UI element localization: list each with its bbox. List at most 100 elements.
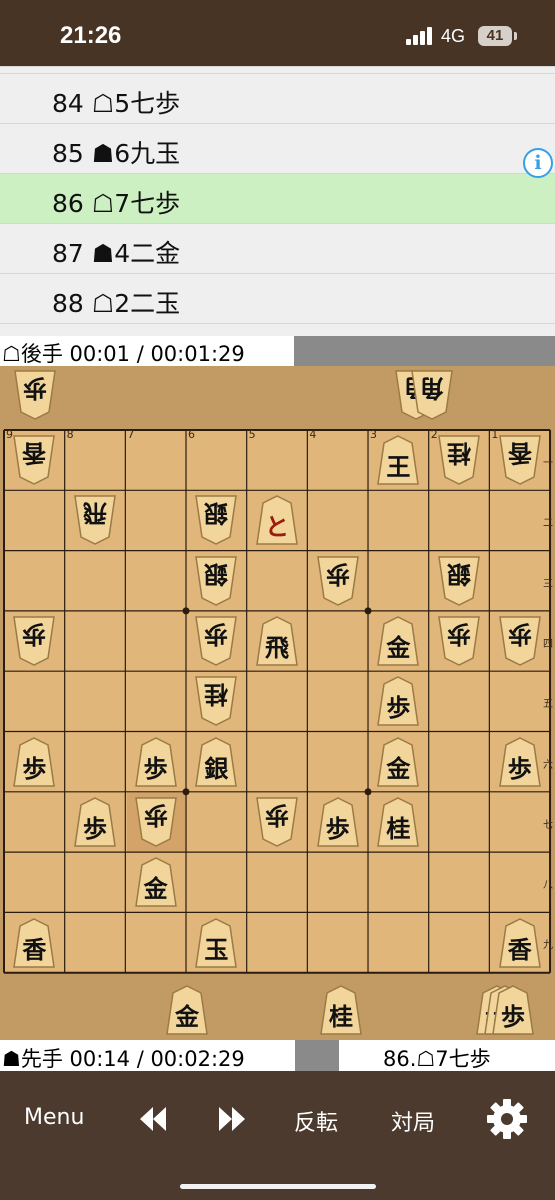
piece-label: 歩 xyxy=(143,800,168,829)
board-piece[interactable]: 歩 xyxy=(438,616,480,666)
list-item[interactable]: 88 ☖2二玉 xyxy=(0,273,555,324)
board-piece[interactable]: 飛 xyxy=(256,616,298,666)
board-piece[interactable]: 歩 xyxy=(195,616,238,666)
board-piece[interactable]: 銀 xyxy=(438,556,480,606)
sente-hand xyxy=(0,979,555,1040)
piece-label: 桂 xyxy=(386,814,411,843)
piece-label: 歩 xyxy=(325,814,350,843)
list-item[interactable]: 85 ☗6九玉 xyxy=(0,123,555,174)
board-piece[interactable]: 金 xyxy=(134,857,177,907)
timer-bar xyxy=(295,1040,339,1071)
piece-label: 金 xyxy=(143,875,168,904)
board-piece[interactable]: 歩 xyxy=(316,556,359,606)
menu-button[interactable]: Menu xyxy=(24,1105,84,1130)
battery-icon: 41 xyxy=(478,26,512,46)
row-number: 五 xyxy=(543,699,553,711)
list-item-selected[interactable]: 86 ☖7七歩 xyxy=(0,173,555,224)
row-number: 九 xyxy=(543,940,553,952)
network-type: 4G xyxy=(441,26,466,46)
list-item[interactable]: 84 ☖5七歩 xyxy=(0,73,555,124)
piece-label: 桂 xyxy=(329,1003,353,1031)
row-number: 一 xyxy=(543,458,553,469)
piece-label: 香 xyxy=(507,935,532,964)
board-piece[interactable]: 銀 xyxy=(195,556,238,606)
board-piece[interactable]: 香 xyxy=(13,435,56,485)
board-piece[interactable]: 歩 xyxy=(377,676,420,727)
battery-tip xyxy=(514,32,517,40)
star-point xyxy=(182,788,190,796)
sente-hand-piece[interactable]: 歩 xyxy=(492,985,534,1035)
board-piece[interactable]: 王 xyxy=(377,435,420,485)
rewind-icon[interactable] xyxy=(138,1105,168,1133)
move-number: 87 ☗4二金 xyxy=(52,239,181,268)
home-indicator[interactable] xyxy=(180,1184,376,1189)
board-piece[interactable]: 銀 xyxy=(195,495,238,546)
board-piece[interactable]: 香 xyxy=(13,917,56,968)
piece-label: 飛 xyxy=(83,499,107,528)
fast-forward-icon[interactable] xyxy=(217,1105,247,1133)
move-number: 84 ☖5七歩 xyxy=(52,89,181,118)
flip-board-button[interactable]: 反転 xyxy=(294,1105,338,1137)
board-piece[interactable]: 桂 xyxy=(195,676,238,727)
piece-label: 香 xyxy=(507,439,532,468)
board-piece[interactable]: 歩 xyxy=(498,616,541,666)
row-number: 七 xyxy=(543,819,553,831)
piece-label: 角 xyxy=(420,374,444,402)
board-piece[interactable]: 銀 xyxy=(195,736,238,787)
column-number: 5 xyxy=(248,428,256,441)
list-divider xyxy=(0,323,555,337)
list-item[interactable]: 87 ☗4二金 xyxy=(0,223,555,274)
star-point xyxy=(364,607,372,615)
move-list[interactable]: 84 ☖5七歩 85 ☗6九玉 86 ☖7七歩 87 ☗4二金 88 ☖2二玉 xyxy=(0,66,555,336)
board-piece[interactable]: 歩 xyxy=(498,736,541,787)
list-item-partial xyxy=(0,66,555,73)
board-piece[interactable]: 桂 xyxy=(438,435,480,485)
board-piece[interactable]: 歩 xyxy=(74,797,116,847)
status-bar: 21:26 4G 41 xyxy=(0,0,555,66)
gote-hand-piece[interactable]: 歩 xyxy=(14,370,56,420)
sente-hand-piece[interactable]: 金 xyxy=(166,985,208,1035)
board-piece[interactable]: 桂 xyxy=(377,797,420,847)
piece-label: 玉 xyxy=(204,935,229,964)
gear-icon[interactable] xyxy=(486,1098,528,1140)
piece-label: 王 xyxy=(386,453,411,482)
match-button[interactable]: 対局 xyxy=(391,1105,435,1137)
board-piece[interactable]: 歩 xyxy=(134,736,177,787)
piece-label: 歩 xyxy=(204,620,229,649)
board-piece[interactable]: 歩 xyxy=(316,797,359,847)
piece-label: 歩 xyxy=(447,620,472,649)
board-piece[interactable]: と xyxy=(256,495,298,546)
row-number: 六 xyxy=(543,759,553,771)
info-icon[interactable]: i xyxy=(523,148,553,178)
piece-label: 桂 xyxy=(447,439,472,468)
sente-hand-piece[interactable]: 桂 xyxy=(320,985,362,1035)
board-piece[interactable]: 香 xyxy=(498,917,541,968)
piece-label: と xyxy=(265,513,289,542)
row-number: 三 xyxy=(543,578,553,590)
last-move-box: 86.☖7七歩 xyxy=(339,1040,555,1071)
board-piece[interactable]: 香 xyxy=(498,435,541,485)
board-piece[interactable]: 飛 xyxy=(74,495,116,546)
gote-timer-text: ☖後手 00:01 / 00:01:29 xyxy=(2,342,245,366)
sente-timer-text: ☗先手 00:14 / 00:02:29 xyxy=(2,1047,245,1071)
piece-label: 銀 xyxy=(204,754,229,783)
piece-label: 銀 xyxy=(204,499,229,528)
board-piece[interactable]: 歩 xyxy=(13,736,56,787)
column-number: 4 xyxy=(309,428,317,441)
board-piece[interactable]: 金 xyxy=(377,616,420,666)
signal-icon xyxy=(406,27,432,45)
board-piece[interactable]: 歩 xyxy=(13,616,56,666)
gote-timer: ☖後手 00:01 / 00:01:29 xyxy=(0,336,294,366)
gote-hand-piece[interactable]: 角 xyxy=(411,370,453,420)
board-piece[interactable]: 歩 xyxy=(256,797,298,847)
board-piece[interactable]: 歩 xyxy=(134,797,177,847)
piece-label: 歩 xyxy=(83,814,107,843)
column-number: 1 xyxy=(491,428,499,441)
board-piece[interactable]: 玉 xyxy=(195,917,238,968)
board-piece[interactable]: 金 xyxy=(377,736,420,787)
piece-label: 歩 xyxy=(507,620,532,649)
status-time: 21:26 xyxy=(60,22,122,49)
last-move-text: 86.☖7七歩 xyxy=(383,1047,491,1071)
piece-label: 歩 xyxy=(265,800,289,829)
row-number: 四 xyxy=(543,638,553,650)
